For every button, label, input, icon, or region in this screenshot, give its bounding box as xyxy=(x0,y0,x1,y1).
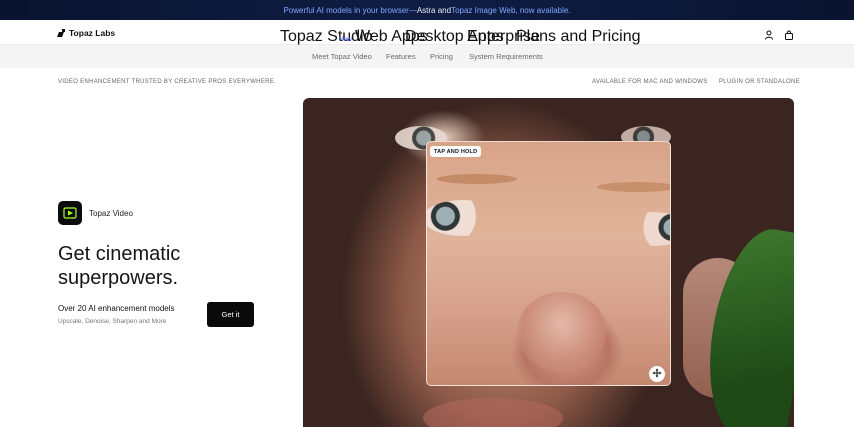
subnav-meet-topaz-video[interactable]: Meet Topaz Video xyxy=(312,52,372,61)
banner-link[interactable]: Topaz Image Web, now available. xyxy=(451,6,570,15)
topaz-labs-logo[interactable]: Topaz Labs xyxy=(58,27,115,38)
bag-icon[interactable] xyxy=(784,27,794,40)
logo-text: Topaz Labs xyxy=(69,27,116,38)
plugin-tagline: PLUGIN OR STANDALONE xyxy=(719,79,800,85)
banner-text-2: Astra and xyxy=(416,5,452,15)
get-it-button[interactable]: Get it xyxy=(207,302,254,327)
subnav-system-requirements[interactable]: System Requirements xyxy=(469,52,543,61)
nav-plans-pricing[interactable]: Plans and Pricing xyxy=(516,28,641,46)
availability-tagline: AVAILABLE FOR MAC AND WINDOWS xyxy=(592,79,708,85)
enhanced-zoom-panel[interactable] xyxy=(426,141,671,386)
product-subnav: Meet Topaz Video Features Pricing System… xyxy=(0,45,854,68)
zoom-brow-right xyxy=(597,182,670,192)
hero-headline-line1: Get cinematic xyxy=(58,243,181,265)
zoom-nose xyxy=(517,292,607,372)
topaz-video-app-icon xyxy=(58,201,82,225)
subnav-pricing[interactable]: Pricing xyxy=(430,52,453,61)
hero-headline: Get cinematic superpowers. xyxy=(58,242,180,290)
zoom-brow-left xyxy=(437,174,517,184)
product-name: Topaz Video xyxy=(89,208,133,218)
user-icon[interactable] xyxy=(764,27,774,40)
move-icon xyxy=(652,365,662,383)
product-description: Over 20 AI enhancement models xyxy=(58,304,175,313)
banner-text-1: Powerful AI models in your browser— xyxy=(283,5,417,15)
announcement-banner[interactable]: Powerful AI models in your browser— Astr… xyxy=(0,0,854,20)
zoom-eye-right xyxy=(612,212,670,246)
product-badge: Topaz Video xyxy=(58,201,133,225)
subnav-features[interactable]: Features xyxy=(386,52,416,61)
zoom-eye-left xyxy=(427,200,503,236)
tap-and-hold-badge: TAP AND HOLD xyxy=(430,146,482,157)
hero-headline-line2: superpowers. xyxy=(58,267,179,289)
logo-mark-icon xyxy=(58,28,66,37)
product-subdescription: Upscale, Denoise, Sharpen and More xyxy=(58,318,167,325)
hero-lips xyxy=(423,398,563,427)
new-badge: New xyxy=(339,36,353,43)
move-handle-button[interactable] xyxy=(649,366,665,382)
trust-tagline: VIDEO ENHANCEMENT TRUSTED BY CREATIVE PR… xyxy=(58,79,277,85)
main-nav: Topaz Labs Topaz Studio New Web Apps Desk… xyxy=(0,20,854,45)
